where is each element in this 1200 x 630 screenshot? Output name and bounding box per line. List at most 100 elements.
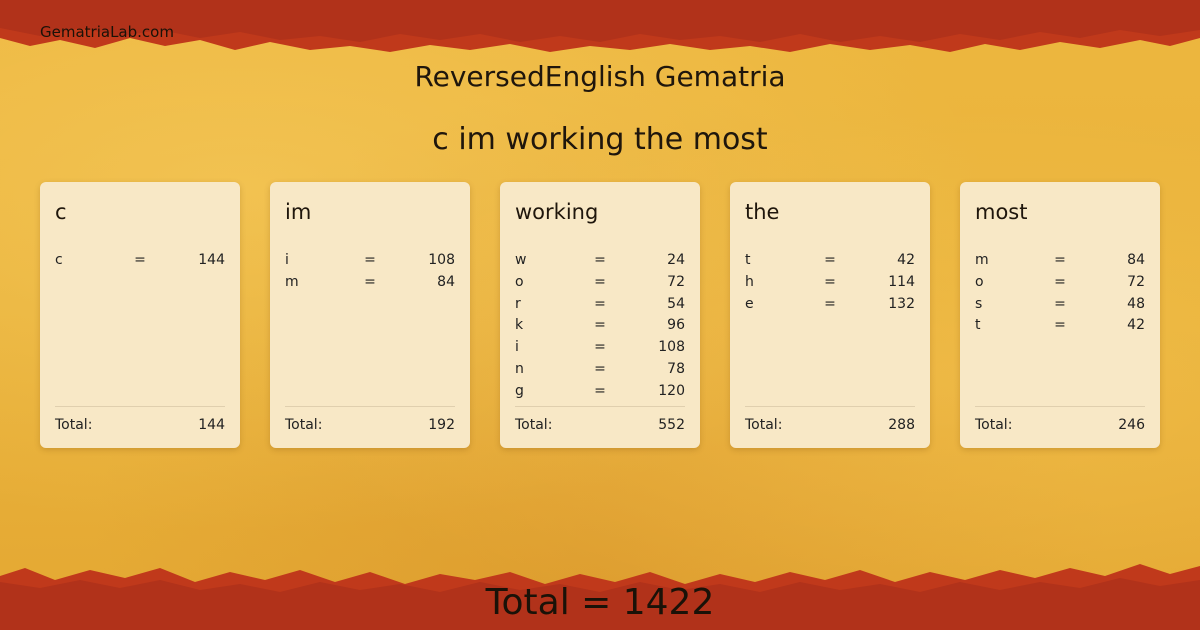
letter: s (975, 295, 983, 312)
total-value: 288 (888, 417, 915, 433)
letter-value: 84 (437, 273, 455, 290)
total-label: Total: (515, 417, 553, 433)
word-card: c c = 144 Total: 144 (40, 182, 240, 448)
letter-list: i = 108 m = 84 (285, 250, 455, 294)
word-total: Total: 144 (55, 406, 225, 433)
letter: w (515, 252, 527, 268)
letter-value: 108 (428, 252, 455, 268)
total-label: Total: (285, 417, 323, 433)
letter: i (515, 339, 519, 356)
letter-row: o = 72 (515, 272, 685, 294)
letter-row: s = 48 (975, 294, 1145, 316)
letter: t (975, 317, 981, 334)
word-cards: c c = 144 Total: 144 im i = 108 m = 84 Total: 19… (40, 182, 1160, 448)
letter-row: m = 84 (285, 272, 455, 294)
letter: r (515, 295, 521, 312)
word-total: Total: 552 (515, 406, 685, 433)
equals-sign: = (594, 295, 606, 312)
letter-value: 24 (667, 252, 685, 268)
letter-value: 120 (658, 382, 685, 399)
letter-value: 48 (1127, 295, 1145, 312)
equals-sign: = (134, 252, 146, 268)
site-name[interactable]: GematriaLab.com (40, 23, 174, 41)
equals-sign: = (824, 252, 836, 268)
equals-sign: = (594, 339, 606, 356)
letter-row: t = 42 (745, 250, 915, 272)
total-label: Total: (975, 417, 1013, 433)
letter-row: c = 144 (55, 250, 225, 272)
letter-row: h = 114 (745, 272, 915, 294)
word-total: Total: 288 (745, 406, 915, 433)
letter-value: 96 (667, 317, 685, 334)
letter-row: m = 84 (975, 250, 1145, 272)
letter-row: i = 108 (515, 337, 685, 359)
letter: k (515, 317, 524, 334)
letter-list: c = 144 (55, 250, 225, 272)
equals-sign: = (594, 273, 606, 290)
word-card: the t = 42 h = 114 e = 132 Total: 288 (730, 182, 930, 448)
equals-sign: = (594, 382, 606, 399)
equals-sign: = (824, 273, 836, 290)
word-label: the (745, 200, 780, 224)
total-value: 552 (658, 417, 685, 433)
letter-row: w = 24 (515, 250, 685, 272)
word-card: most m = 84 o = 72 s = 48 t = 42 Total: 246 (960, 182, 1160, 448)
letter-row: n = 78 (515, 359, 685, 381)
letter-value: 72 (1127, 273, 1145, 290)
letter-value: 54 (667, 295, 685, 312)
equals-sign: = (1054, 252, 1066, 268)
total-label: Total: (55, 417, 93, 433)
letter-value: 108 (658, 339, 685, 356)
equals-sign: = (1054, 295, 1066, 312)
letter-row: i = 108 (285, 250, 455, 272)
word-total: Total: 192 (285, 406, 455, 433)
letter: i (285, 252, 289, 268)
letter: c (55, 252, 63, 268)
word-label: working (515, 200, 599, 224)
letter-row: e = 132 (745, 294, 915, 316)
total-value: 192 (428, 417, 455, 433)
letter-row: k = 96 (515, 315, 685, 337)
letter-value: 132 (888, 295, 915, 312)
page-title: ReversedEnglish Gematria (414, 60, 786, 93)
letter: h (745, 273, 754, 290)
total-label: Total: (745, 417, 783, 433)
total-value: 144 (198, 417, 225, 433)
letter-value: 42 (897, 252, 915, 268)
letter-value: 72 (667, 273, 685, 290)
letter-list: m = 84 o = 72 s = 48 t = 42 (975, 250, 1145, 337)
letter: t (745, 252, 751, 268)
letter-value: 144 (198, 252, 225, 268)
letter-value: 42 (1127, 317, 1145, 334)
word-total: Total: 246 (975, 406, 1145, 433)
letter: o (975, 273, 984, 290)
equals-sign: = (364, 252, 376, 268)
letter-value: 84 (1127, 252, 1145, 268)
word-card: im i = 108 m = 84 Total: 192 (270, 182, 470, 448)
equals-sign: = (364, 273, 376, 290)
letter: m (285, 273, 299, 290)
equals-sign: = (1054, 273, 1066, 290)
equals-sign: = (594, 252, 606, 268)
word-label: most (975, 200, 1028, 224)
letter-list: w = 24 o = 72 r = 54 k = 96 i = 108 n = 78 g = 120 (515, 250, 685, 403)
equals-sign: = (824, 295, 836, 312)
letter: e (745, 295, 754, 312)
equals-sign: = (1054, 317, 1066, 334)
total-value: 246 (1118, 417, 1145, 433)
letter-value: 78 (667, 360, 685, 377)
letter-row: t = 42 (975, 315, 1145, 337)
equals-sign: = (594, 360, 606, 377)
word-label: im (285, 200, 312, 224)
letter-list: t = 42 h = 114 e = 132 (745, 250, 915, 315)
letter: m (975, 252, 989, 268)
letter: g (515, 382, 524, 399)
letter-row: g = 120 (515, 381, 685, 403)
word-card: working w = 24 o = 72 r = 54 k = 96 i = 108 n = 78 g… (500, 182, 700, 448)
letter: n (515, 360, 524, 377)
letter: o (515, 273, 524, 290)
letter-row: r = 54 (515, 294, 685, 316)
letter-value: 114 (888, 273, 915, 290)
equals-sign: = (594, 317, 606, 334)
grand-total: Total = 1422 (485, 582, 715, 623)
